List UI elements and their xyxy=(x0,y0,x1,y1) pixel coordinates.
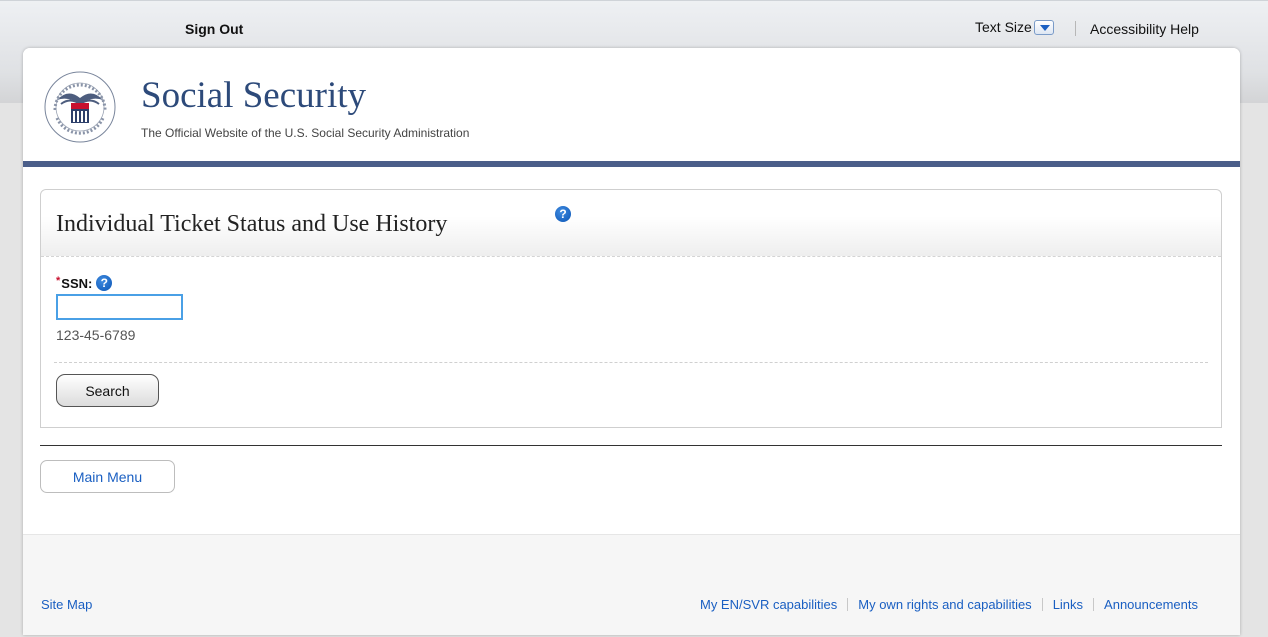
page-title: Individual Ticket Status and Use History xyxy=(56,211,448,237)
ssn-label-text: SSN: xyxy=(61,275,93,291)
site-header: Social Security The Official Website of … xyxy=(23,48,1240,161)
text-size-control: Text Size xyxy=(975,19,1054,35)
main-menu-button[interactable]: Main Menu xyxy=(40,460,175,493)
ssa-seal-icon xyxy=(44,71,116,143)
question-circle-icon[interactable]: ? xyxy=(96,275,113,291)
site-subtitle: The Official Website of the U.S. Social … xyxy=(141,126,470,140)
text-size-dropdown-icon[interactable] xyxy=(1033,19,1054,35)
content-divider xyxy=(40,445,1222,446)
footer-separator xyxy=(847,598,849,611)
header-rule xyxy=(23,161,1240,167)
panel-header: Individual Ticket Status and Use History… xyxy=(41,190,1221,257)
footer-separator xyxy=(1093,598,1095,611)
footer-link-en-svr-capabilities[interactable]: My EN/SVR capabilities xyxy=(700,597,837,612)
search-button[interactable]: Search xyxy=(56,374,159,407)
accessibility-help-link[interactable]: Accessibility Help xyxy=(1090,21,1199,37)
footer-link-announcements[interactable]: Announcements xyxy=(1104,597,1198,612)
ssn-label: * SSN: ? xyxy=(56,275,113,291)
text-size-label: Text Size xyxy=(975,19,1032,35)
ssn-format-hint: 123-45-6789 xyxy=(56,327,136,343)
footer-separator xyxy=(1041,598,1043,611)
footer-links: My EN/SVR capabilities My own rights and… xyxy=(700,597,1198,612)
required-marker: * xyxy=(56,275,61,287)
site-map-link[interactable]: Site Map xyxy=(41,597,92,612)
question-circle-icon[interactable]: ? xyxy=(555,206,571,222)
footer-link-own-rights[interactable]: My own rights and capabilities xyxy=(858,597,1031,612)
footer-link-links[interactable]: Links xyxy=(1053,597,1083,612)
utility-bar: Sign Out Text Size Accessibility Help xyxy=(0,0,1268,48)
footer: Site Map My EN/SVR capabilities My own r… xyxy=(23,534,1240,635)
utility-separator xyxy=(1075,21,1076,36)
main-card: Social Security The Official Website of … xyxy=(23,48,1240,635)
panel-divider xyxy=(54,362,1208,363)
ticket-status-panel: Individual Ticket Status and Use History… xyxy=(40,189,1222,428)
site-title: Social Security xyxy=(141,75,367,116)
ssn-input[interactable] xyxy=(56,294,183,320)
sign-out-link[interactable]: Sign Out xyxy=(185,21,243,37)
